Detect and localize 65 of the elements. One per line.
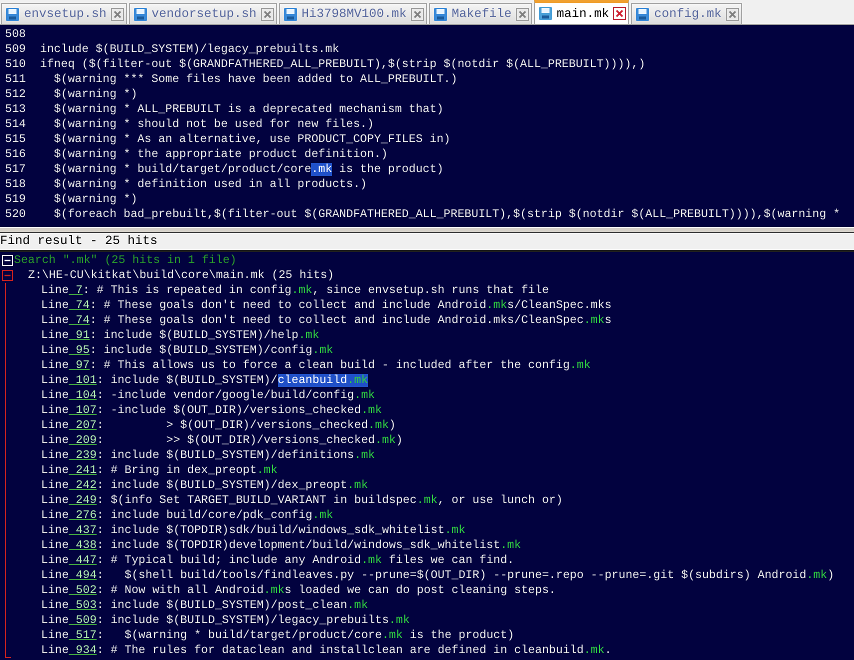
hit-line[interactable]: Line 74: # These goals don't need to collect and include Android.mks/CleanSpec.mks — [41, 313, 612, 328]
hit-line[interactable]: Line 101: include $(BUILD_SYSTEM)/cleanbuild.mk — [41, 373, 368, 388]
file-tab[interactable]: config.mk — [631, 3, 742, 24]
hit-line[interactable]: Line 517: $(warning * build/target/product/core.mk is the product) — [41, 628, 514, 643]
line-number: 515 — [4, 132, 27, 147]
hit-line[interactable]: Line 438: include $(TOPDIR)development/build/windows_sdk_whitelist.mk — [41, 538, 522, 553]
hit-line[interactable]: Line 437: include $(TOPDIR)sdk/build/windows_sdk_whitelist.mk — [41, 523, 466, 538]
line-number: 512 — [4, 87, 27, 102]
code-line: include $(BUILD_SYSTEM)/legacy_prebuilts.mk — [40, 42, 340, 57]
hit-line[interactable]: Line 502: # Now with all Android.mks loaded we can do post cleaning steps. — [41, 583, 556, 598]
line-number: 509 — [4, 42, 27, 57]
line-number: 517 — [4, 162, 27, 177]
code-line: $(warning *) — [52, 192, 138, 207]
file-tab[interactable]: Hi3798MV100.mk — [278, 3, 427, 24]
hit-line[interactable]: Line 239: include $(BUILD_SYSTEM)/definitions.mk — [41, 448, 375, 463]
close-icon[interactable] — [110, 8, 124, 20]
hit-line[interactable]: Line 494: $(shell build/tools/findleaves.py --prune=$(OUT_DIR) --prune=.repo --prune=.git $(subdirs) Android.mk) — [41, 568, 834, 583]
code-line: $(warning * should not be used for new files.) — [52, 117, 374, 132]
hit-line[interactable]: Line 509: include $(BUILD_SYSTEM)/legacy_prebuilts.mk — [41, 613, 410, 628]
code-line: $(foreach bad_prebuilt,$(filter-out $(GRANDFATHERED_ALL_PREBUILT),$(strip $(notdir $(ALL_PREBUILT)))),$(warning * — [52, 207, 840, 222]
panel-title: Find result - 25 hits — [0, 233, 158, 250]
line-number: 511 — [4, 72, 27, 87]
code-line: $(warning * definition used in all products.) — [52, 177, 367, 192]
code-line: $(warning *) — [52, 87, 138, 102]
code-line: $(warning * the appropriate product definition.) — [52, 147, 388, 162]
code-line: $(warning * ALL_PREBUILT is a deprecated mechanism that) — [52, 102, 444, 117]
code-line: $(warning * build/target/product/core.mk is the product) — [52, 162, 444, 177]
hit-line[interactable]: Line 104: -include vendor/google/build/config.mk — [41, 388, 375, 403]
file-tab[interactable]: Makefile — [428, 3, 532, 24]
file-path[interactable]: Z:\HE-CU\kitkat\build\core\main.mk (25 hits) — [28, 268, 334, 283]
hit-line[interactable]: Line 503: include $(BUILD_SYSTEM)/post_clean.mk — [41, 598, 368, 613]
code-line: $(warning * As an alternative, use PRODUCT_COPY_FILES in) — [52, 132, 450, 147]
hit-line[interactable]: Line 97: # This allows us to force a clean build - included after the config.mk — [41, 358, 591, 373]
file-tab[interactable]: main.mk — [534, 0, 630, 24]
close-icon[interactable] — [410, 8, 424, 20]
close-icon[interactable] — [516, 8, 529, 20]
hit-line[interactable]: Line 95: include $(BUILD_SYSTEM)/config.mk — [41, 343, 334, 358]
line-number: 516 — [4, 147, 27, 162]
hit-line[interactable]: Line 249: $(info Set TARGET_BUILD_VARIANT in buildspec.mk, or use lunch or) — [41, 493, 563, 508]
line-number: 513 — [4, 102, 27, 117]
line-number: 518 — [4, 177, 27, 192]
hit-line[interactable]: Line 447: # Typical build; include any Android.mk files we can find. — [41, 553, 514, 568]
hit-line[interactable]: Line 934: # The rules for dataclean and installclean are defined in cleanbuild.mk. — [41, 643, 612, 658]
hit-line[interactable]: Line 91: include $(BUILD_SYSTEM)/help.mk — [41, 328, 320, 343]
line-number: 510 — [4, 57, 27, 72]
hit-line[interactable]: Line 241: # Bring in dex_preopt.mk — [41, 463, 278, 478]
hit-line[interactable]: Line 74: # These goals don't need to collect and include Android.mks/CleanSpec.mks — [41, 298, 612, 313]
hit-line[interactable]: Line 7: # This is repeated in config.mk, since envsetup.sh runs that file — [41, 283, 549, 298]
code-line: ifneq ($(filter-out $(GRANDFATHERED_ALL_PREBUILT),$(strip $(notdir $(ALL_PREBUILT)))),) — [40, 57, 646, 72]
line-number: 519 — [4, 192, 27, 207]
hit-line[interactable]: Line 209: >> $(OUT_DIR)/versions_checked.mk) — [41, 433, 403, 448]
hit-line[interactable]: Line 207: > $(OUT_DIR)/versions_checked.mk) — [41, 418, 396, 433]
code-line: $(warning *** Some files have been added to ALL_PREBUILT.) — [52, 72, 458, 87]
search-summary[interactable]: Search ".mk" (25 hits in 1 file) — [14, 253, 237, 268]
hit-line[interactable]: Line 242: include $(BUILD_SYSTEM)/dex_preopt.mk — [41, 478, 368, 493]
line-number: 514 — [4, 117, 27, 132]
hit-line[interactable]: Line 276: include build/core/pdk_config.mk — [41, 508, 334, 523]
file-tab[interactable]: envsetup.sh — [1, 3, 127, 24]
close-icon[interactable] — [260, 8, 274, 20]
close-icon[interactable] — [613, 7, 626, 20]
file-tab[interactable]: vendorsetup.sh — [128, 3, 277, 24]
close-icon[interactable] — [726, 8, 739, 20]
line-number: 508 — [4, 27, 27, 42]
hit-line[interactable]: Line 107: -include $(OUT_DIR)/versions_checked.mk — [41, 403, 382, 418]
line-number: 520 — [4, 207, 27, 222]
